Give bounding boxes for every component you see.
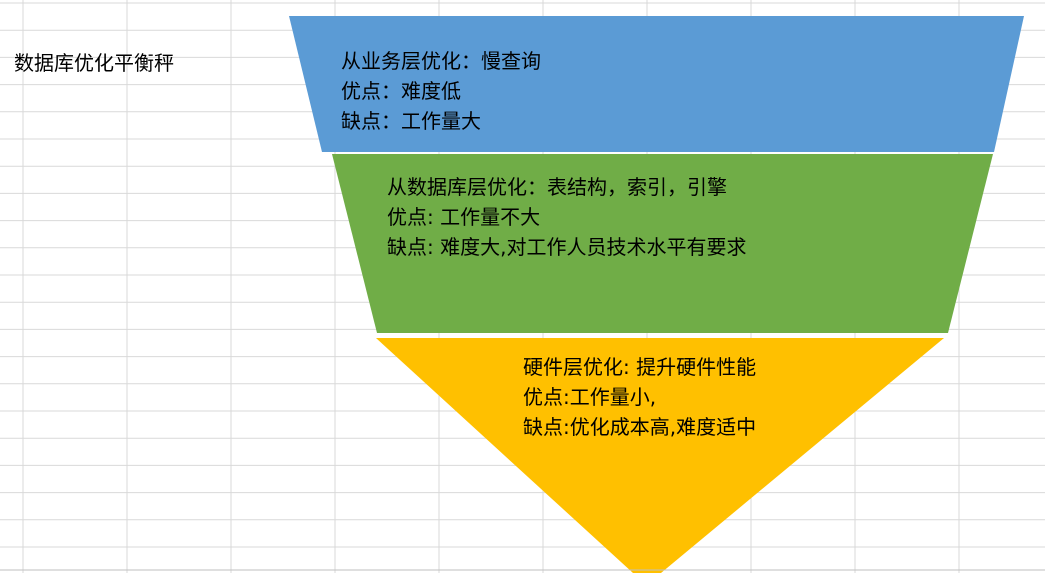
tier-hardware-pros: 优点:工作量小, bbox=[523, 385, 657, 409]
tier-database-title: 从数据库层优化：表结构，索引，引擎 bbox=[387, 175, 727, 199]
tier-business-text: 从业务层优化：慢查询 优点：难度低 缺点：工作量大 bbox=[341, 46, 541, 136]
tier-hardware-text: 硬件层优化: 提升硬件性能 优点:工作量小, 缺点:优化成本高,难度适中 bbox=[523, 352, 756, 442]
sheet-title[interactable]: 数据库优化平衡秤 bbox=[14, 47, 174, 76]
tier-hardware-title: 硬件层优化: 提升硬件性能 bbox=[523, 355, 757, 379]
tier-database-pros: 优点: 工作量不大 bbox=[387, 205, 541, 229]
tier-database-cons: 缺点: 难度大,对工作人员技术水平有要求 bbox=[387, 235, 747, 259]
tier-hardware-cons: 缺点:优化成本高,难度适中 bbox=[523, 415, 757, 439]
tier-business-cons: 缺点：工作量大 bbox=[341, 109, 481, 133]
tier-business-title: 从业务层优化：慢查询 bbox=[341, 49, 541, 73]
tier-business-pros: 优点：难度低 bbox=[341, 79, 461, 103]
tier-database-text: 从数据库层优化：表结构，索引，引擎 优点: 工作量不大 缺点: 难度大,对工作人… bbox=[387, 172, 746, 262]
